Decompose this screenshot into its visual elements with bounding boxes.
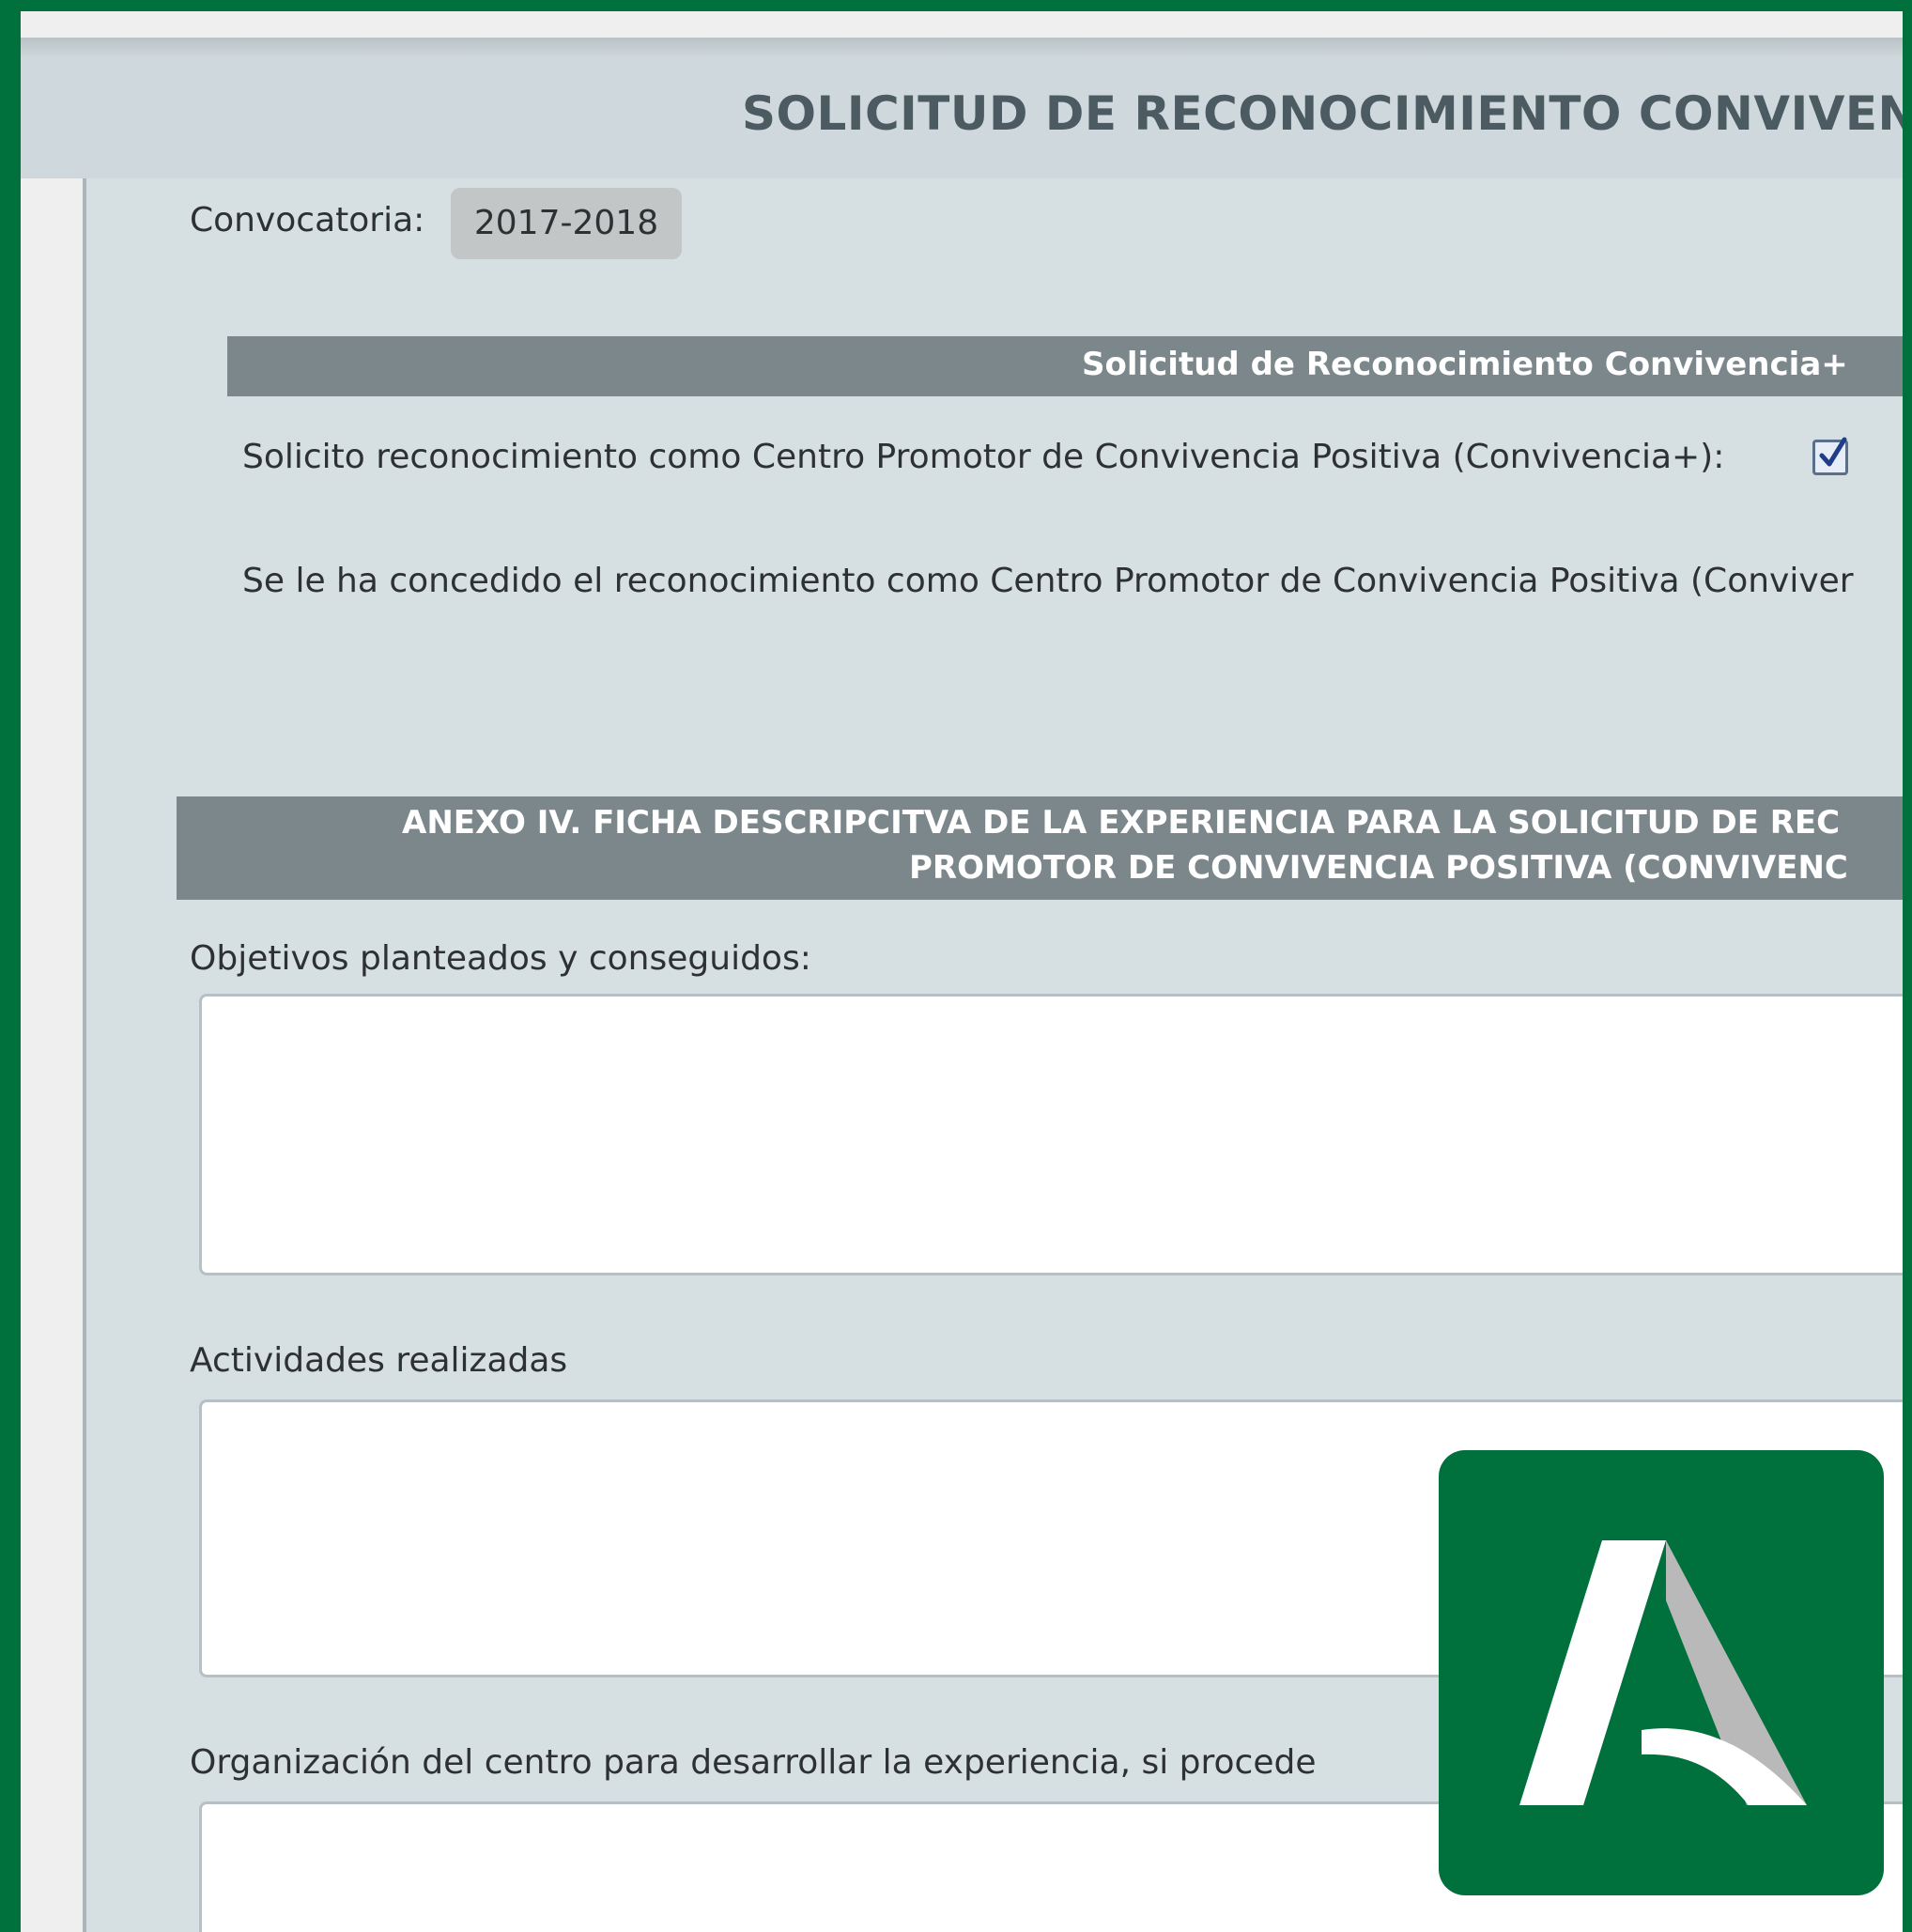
junta-andalucia-logo-icon: [1439, 1450, 1884, 1895]
section-header-reconocimiento: Solicitud de Reconocimiento Convivencia+: [227, 336, 1903, 396]
page-title: SOLICITUD DE RECONOCIMIENTO CONVIVEN: [742, 86, 1903, 141]
convocatoria-label: Convocatoria:: [190, 201, 425, 240]
solicito-checkbox[interactable]: [1812, 437, 1848, 475]
solicito-label: Solicito reconocimiento como Centro Prom…: [242, 438, 1725, 476]
section-header-reconocimiento-text: Solicitud de Reconocimiento Convivencia+: [1082, 346, 1848, 383]
actividades-label: Actividades realizadas: [190, 1341, 568, 1380]
objetivos-label: Objetivos planteados y conseguidos:: [190, 939, 811, 978]
section-header-anexo: ANEXO IV. FICHA DESCRIPCITVA DE LA EXPER…: [177, 796, 1903, 900]
logo-graphic: [1519, 1540, 1807, 1805]
concedido-label: Se le ha concedido el reconocimiento com…: [242, 562, 1854, 600]
top-border: [21, 38, 1903, 58]
left-gutter: [21, 178, 83, 1932]
top-strip: [21, 11, 1903, 38]
checkbox-checked-icon: [1819, 437, 1847, 467]
section-header-anexo-line1: ANEXO IV. FICHA DESCRIPCITVA DE LA EXPER…: [402, 804, 1841, 842]
organizacion-label: Organización del centro para desarrollar…: [190, 1743, 1317, 1782]
title-bar: SOLICITUD DE RECONOCIMIENTO CONVIVEN: [21, 58, 1903, 178]
convocatoria-value: 2017-2018: [451, 188, 682, 259]
objetivos-textarea[interactable]: [199, 994, 1903, 1275]
green-frame: SOLICITUD DE RECONOCIMIENTO CONVIVEN Con…: [0, 0, 1912, 1932]
app-window: SOLICITUD DE RECONOCIMIENTO CONVIVEN Con…: [21, 11, 1903, 1932]
section-header-anexo-line2: PROMOTOR DE CONVIVENCIA POSITIVA (CONVIV…: [909, 849, 1848, 887]
